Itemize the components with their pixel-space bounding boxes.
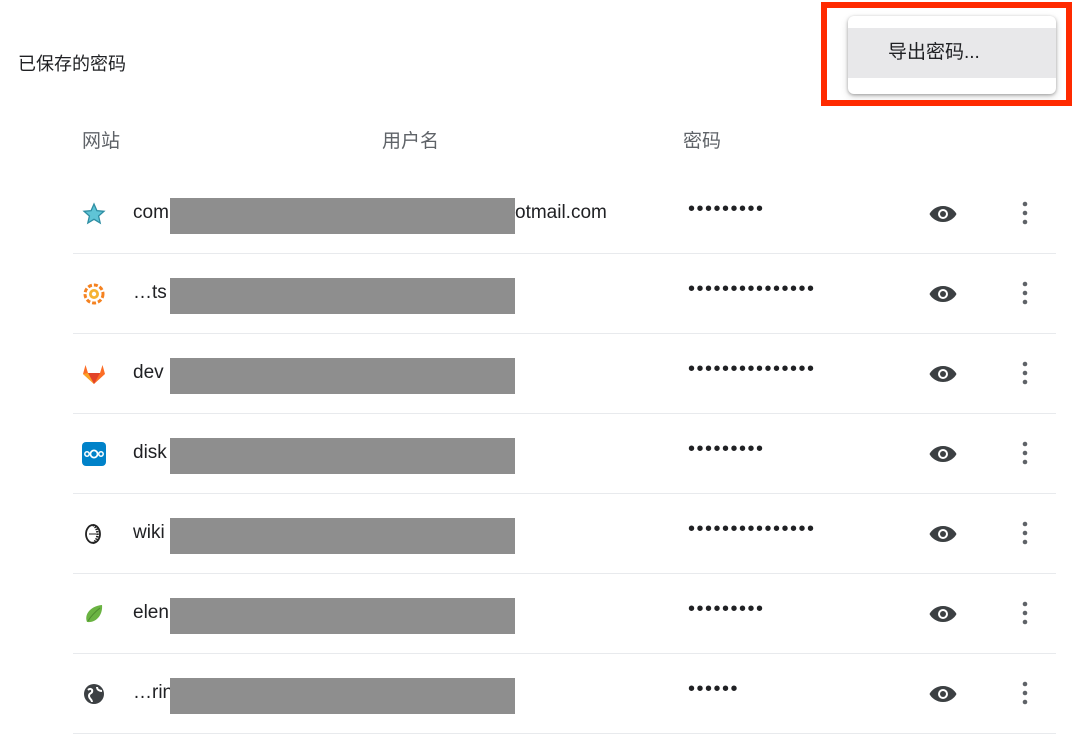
site-name: disk [133,442,167,463]
site-name: …ts [133,282,167,303]
password-row: …rin •••••• [73,654,1056,734]
password-mask: •••••• [688,678,740,700]
password-mask: ••••••••• [688,198,765,220]
column-header-site: 网站 [82,131,121,152]
nextcloud-icon [81,441,107,467]
eye-icon[interactable] [928,601,958,627]
password-row: dev ••••••••••••••• [73,334,1056,414]
redacted-block [170,598,515,634]
eye-icon[interactable] [928,521,958,547]
redacted-block [170,358,515,394]
more-options-icon[interactable] [1013,598,1037,628]
redacted-block [170,518,515,554]
site-name: com [133,202,169,223]
site-name: …rin [133,682,174,703]
eye-icon[interactable] [928,201,958,227]
password-row: …ts ••••••••••••••• [73,254,1056,334]
site-name: elen [133,602,169,623]
more-options-icon[interactable] [1013,438,1037,468]
redacted-block [170,678,515,714]
wiki-icon [81,521,107,547]
more-options-icon[interactable] [1013,678,1037,708]
password-row: disk ••••••••• [73,414,1056,494]
element-icon [81,601,107,627]
more-options-icon[interactable] [1013,198,1037,228]
star-icon [81,201,107,227]
eye-icon[interactable] [928,361,958,387]
site-name: dev [133,362,164,383]
gitlab-icon [81,361,107,387]
username-text: otmail.com [515,202,607,223]
eye-icon[interactable] [928,681,958,707]
section-title: 已保存的密码 [18,54,126,74]
column-header-username: 用户名 [382,131,440,152]
password-mask: ••••••••••••••• [688,358,816,380]
password-mask: ••••••••••••••• [688,278,816,300]
saved-passwords-page: 已保存的密码 网站 用户名 密码 com otmail.com ••••••••… [0,0,1080,739]
site-name: wiki [133,522,165,543]
more-options-icon[interactable] [1013,518,1037,548]
grafana-icon [81,281,107,307]
more-options-icon[interactable] [1013,358,1037,388]
highlight-box [821,2,1072,106]
password-mask: ••••••••••••••• [688,518,816,540]
password-mask: ••••••••• [688,438,765,460]
password-list: com otmail.com ••••••••• …ts •••••••••••… [73,174,1056,734]
redacted-block [170,438,515,474]
eye-icon[interactable] [928,441,958,467]
eye-icon[interactable] [928,281,958,307]
password-mask: ••••••••• [688,598,765,620]
column-header-password: 密码 [683,131,722,152]
redacted-block [170,278,515,314]
redacted-block [170,198,515,234]
globe-icon [81,681,107,707]
password-row: com otmail.com ••••••••• [73,174,1056,254]
password-row: elen ••••••••• [73,574,1056,654]
password-row: wiki ••••••••••••••• [73,494,1056,574]
more-options-icon[interactable] [1013,278,1037,308]
